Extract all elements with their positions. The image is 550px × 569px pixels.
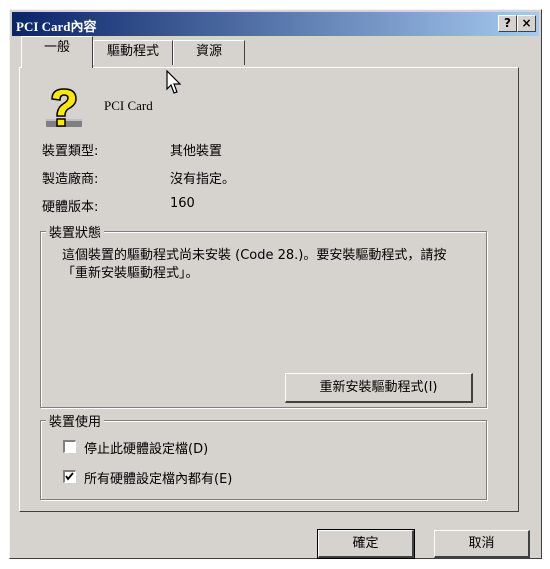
disable-profile-label[interactable]: 停止此硬體設定檔(D): [84, 438, 208, 457]
cancel-button[interactable]: 取消: [434, 530, 530, 558]
title-bar[interactable]: PCI Card內容 ? ×: [12, 12, 539, 36]
device-type-label: 裝置類型:: [42, 144, 99, 159]
hardware-version-label: 硬體版本:: [42, 200, 99, 215]
tab-resources[interactable]: 資源: [173, 40, 245, 65]
close-button[interactable]: ×: [517, 15, 536, 32]
tab-general[interactable]: 一般: [21, 36, 93, 68]
window-title: PCI Card內容: [16, 19, 97, 34]
tab-label: 一般: [43, 40, 70, 55]
device-status-text: 這個裝置的驅動程式尚未安裝 (Code 28.)。要安裝驅動程式，請按「重新安裝…: [62, 248, 447, 281]
reinstall-driver-button[interactable]: 重新安裝驅動程式(I): [285, 373, 473, 403]
manufacturer-label: 製造廠商:: [42, 172, 99, 187]
hardware-version-value: 160: [170, 196, 195, 211]
ok-button[interactable]: 確定: [317, 529, 415, 559]
all-profiles-checkbox[interactable]: [63, 470, 76, 483]
device-status-title: 裝置狀態: [46, 222, 105, 241]
tab-label: 資源: [195, 44, 222, 59]
device-name: PCI Card: [104, 98, 153, 113]
help-button[interactable]: ?: [498, 15, 517, 32]
question-mark-icon: [46, 88, 82, 127]
checkmark-icon: [65, 472, 74, 481]
device-usage-group: [40, 420, 487, 500]
all-profiles-label[interactable]: 所有硬體設定檔內都有(E): [84, 468, 232, 487]
mouse-pointer-icon: [166, 70, 182, 94]
tab-driver[interactable]: 驅動程式: [93, 40, 173, 65]
manufacturer-value: 沒有指定。: [170, 172, 236, 187]
tab-label: 驅動程式: [106, 44, 159, 59]
device-usage-title: 裝置使用: [46, 411, 105, 430]
disable-profile-checkbox[interactable]: [63, 440, 76, 453]
device-type-value: 其他裝置: [170, 144, 223, 159]
